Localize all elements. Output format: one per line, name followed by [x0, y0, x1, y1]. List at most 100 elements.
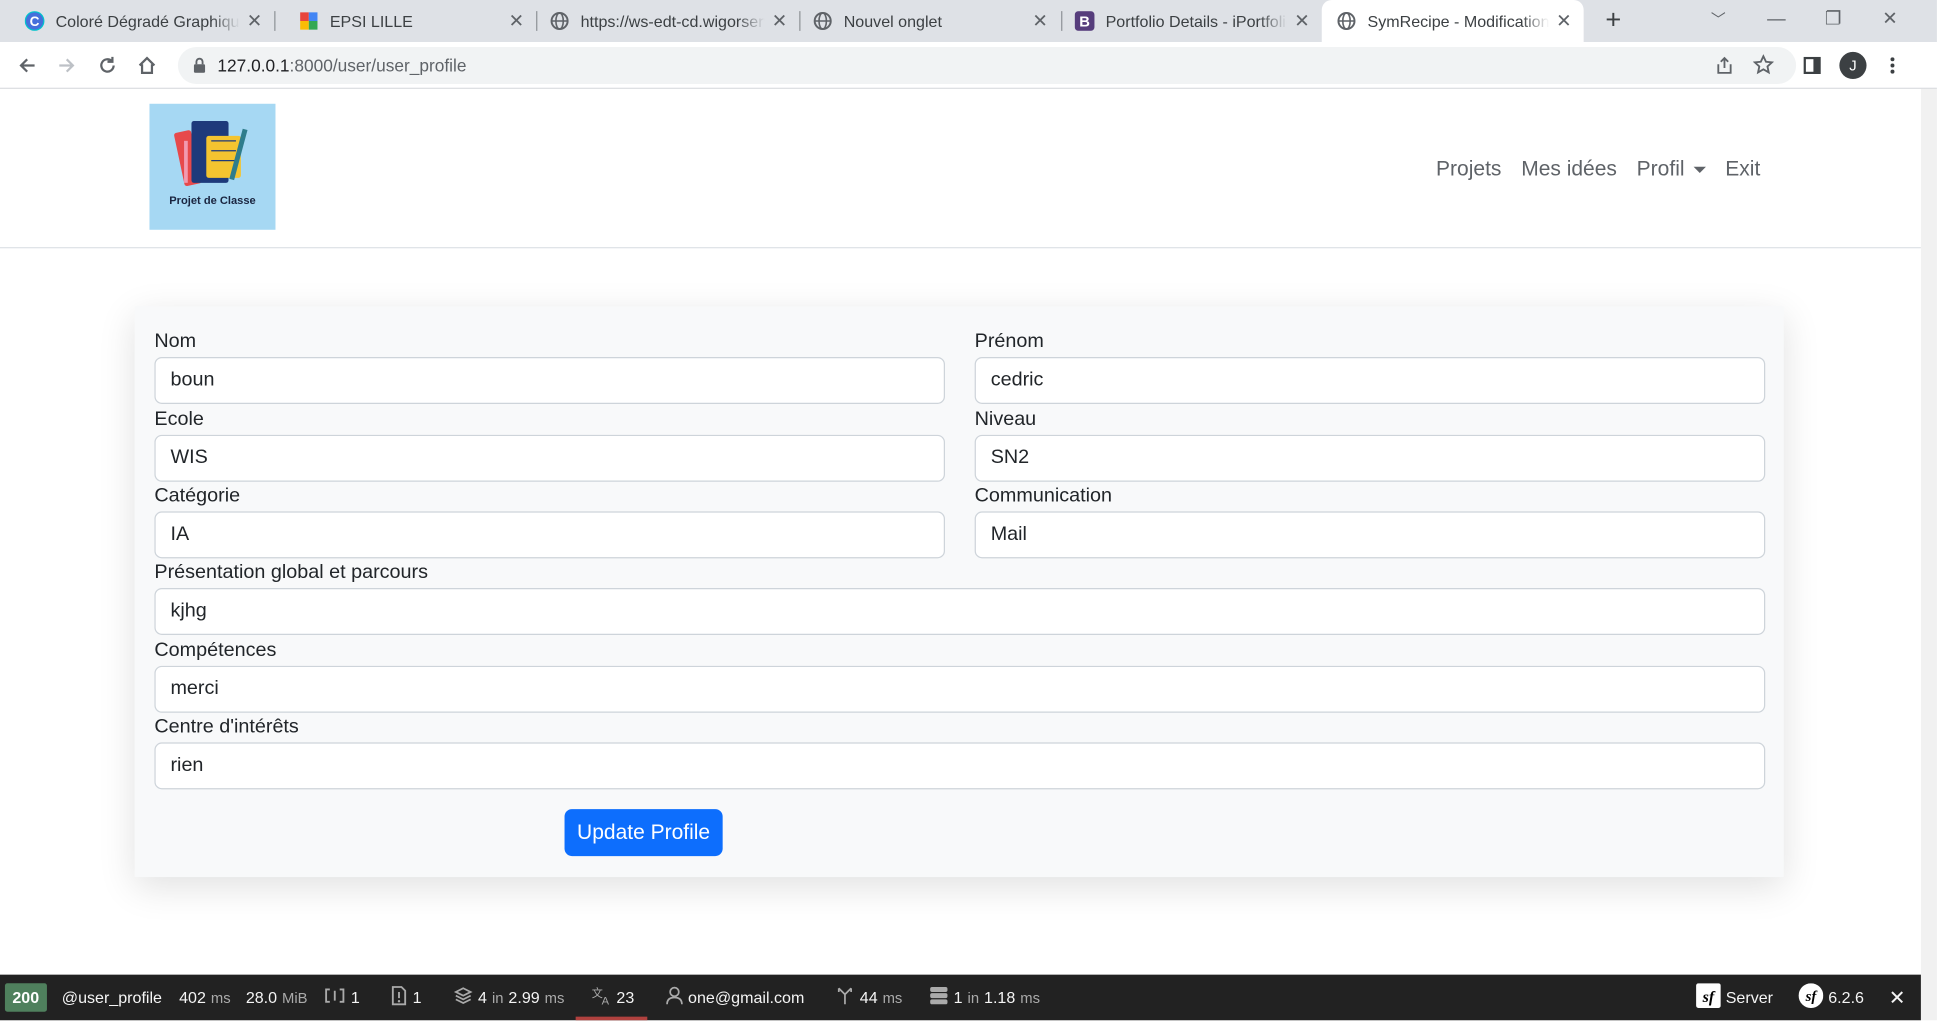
- share-icon[interactable]: [1715, 56, 1735, 82]
- nav-link-ideas[interactable]: Mes idées: [1521, 157, 1617, 182]
- close-icon[interactable]: ✕: [770, 11, 790, 32]
- sf-templates-count: 4: [478, 988, 487, 1007]
- tab-title: EPSI LILLE: [329, 11, 413, 31]
- sf-user-panel[interactable]: one@gmail.com: [666, 975, 805, 1021]
- sf-time-value: 402: [179, 988, 206, 1007]
- input-categorie[interactable]: IA: [154, 511, 946, 559]
- sf-logs-count: 1: [350, 988, 360, 1007]
- url-text: 127.0.0.1:8000/user/user_profile: [217, 56, 466, 76]
- site-logo[interactable]: Projet de Classe: [149, 103, 276, 230]
- epsi-icon: [299, 11, 319, 31]
- nav-dropdown-profile[interactable]: Profil: [1637, 157, 1706, 182]
- sf-server-label: Server: [1725, 988, 1774, 1007]
- input-presentation[interactable]: kjhg: [154, 588, 1766, 635]
- label-nom: Nom: [154, 331, 197, 353]
- tab-title: Portfolio Details - iPortfolio: [1105, 11, 1288, 31]
- sf-memory-panel[interactable]: 28.0 MiB: [246, 975, 308, 1021]
- sf-db-time: 1.18: [984, 988, 1016, 1007]
- nav-link-projects[interactable]: Projets: [1436, 157, 1501, 182]
- input-competences[interactable]: merci: [154, 665, 1766, 713]
- browser-tab-active[interactable]: SymRecipe - Modification du profil ✕: [1321, 0, 1584, 43]
- lock-icon: [193, 57, 207, 79]
- symfony-logo-icon: sf: [1696, 983, 1721, 1011]
- sf-logs-panel[interactable]: 1: [324, 975, 360, 1021]
- binder-illustration: [174, 121, 248, 187]
- sf-templates-panel[interactable]: 4 in 2.99 ms: [453, 975, 564, 1021]
- label-interets: Centre d'intérêts: [154, 716, 299, 738]
- address-bar[interactable]: 127.0.0.1:8000/user/user_profile: [177, 46, 1797, 85]
- browser-tab-2[interactable]: EPSI LILLE ✕: [274, 0, 536, 42]
- browser-tab-5[interactable]: B Portfolio Details - iPortfolio ✕: [1050, 0, 1322, 42]
- database-icon: [929, 986, 949, 1009]
- sf-db-unit: ms: [1020, 988, 1040, 1007]
- input-prenom[interactable]: cedric: [974, 357, 1766, 404]
- sf-status-panel[interactable]: 200: [4, 975, 47, 1021]
- close-icon[interactable]: ✕: [245, 11, 265, 32]
- close-icon[interactable]: ✕: [1554, 11, 1574, 32]
- symfony-logo-icon: sf: [1798, 983, 1824, 1011]
- url-host: 127.0.0.1: [217, 55, 290, 76]
- globe-icon: [550, 11, 570, 31]
- label-niveau: Niveau: [974, 408, 1037, 430]
- input-ecole[interactable]: WIS: [154, 434, 946, 482]
- sf-translations-count: 23: [616, 988, 635, 1007]
- home-icon[interactable]: [133, 52, 160, 79]
- tab-search-icon[interactable]: ﹀: [1702, 5, 1734, 35]
- forward-icon[interactable]: [53, 52, 80, 79]
- svg-text:sf: sf: [1805, 989, 1819, 1005]
- profile-form-card: Nom boun Prénom cedric Ecole WIS Niveau …: [134, 306, 1784, 878]
- logo-text: Projet de Classe: [169, 193, 256, 207]
- tab-title: SymRecipe - Modification du profil: [1367, 11, 1550, 31]
- svg-text:A: A: [602, 995, 610, 1005]
- svg-text:B: B: [1079, 15, 1090, 31]
- input-interets[interactable]: rien: [154, 742, 1766, 790]
- svg-text:C: C: [30, 14, 40, 29]
- input-nom[interactable]: boun: [154, 357, 946, 404]
- sf-db-count: 1: [953, 988, 963, 1007]
- label-competences: Compétences: [154, 639, 277, 661]
- profile-avatar[interactable]: J: [1839, 51, 1867, 80]
- sf-errors-count: 1: [412, 988, 422, 1007]
- new-tab-button[interactable]: +: [1598, 6, 1628, 36]
- input-niveau[interactable]: SN2: [974, 434, 1766, 482]
- sf-user-email: one@gmail.com: [688, 988, 805, 1007]
- sf-database-panel[interactable]: 1 in 1.18 ms: [929, 975, 1040, 1021]
- browser-tab-4[interactable]: Nouvel onglet ✕: [788, 0, 1060, 42]
- status-badge: 200: [4, 983, 47, 1012]
- update-profile-button[interactable]: Update Profile: [564, 809, 723, 857]
- reload-icon[interactable]: [94, 52, 121, 79]
- sf-version-panel[interactable]: sf 6.2.6: [1798, 975, 1864, 1021]
- close-icon[interactable]: ✕: [1292, 11, 1312, 32]
- browser-tab-3[interactable]: https://ws-edt-cd.wigorservices ✕: [525, 0, 799, 42]
- events-icon: [835, 986, 855, 1009]
- nav-link-exit[interactable]: Exit: [1725, 157, 1760, 182]
- close-icon[interactable]: ✕: [1030, 11, 1050, 32]
- minimize-icon[interactable]: —: [1760, 5, 1792, 35]
- tab-title: Coloré Dégradé Graphique: [55, 11, 240, 31]
- browser-tab-1[interactable]: C Coloré Dégradé Graphique ✕: [0, 0, 274, 42]
- label-categorie: Catégorie: [154, 485, 241, 507]
- menu-icon[interactable]: [1879, 52, 1906, 79]
- restore-icon[interactable]: ❐: [1817, 5, 1849, 35]
- sf-errors-panel[interactable]: 1: [390, 975, 422, 1021]
- sf-route[interactable]: @user_profile: [62, 975, 162, 1021]
- page-scrollbar[interactable]: [1920, 88, 1937, 1021]
- label-presentation: Présentation global et parcours: [154, 562, 428, 584]
- window-close-icon[interactable]: ✕: [1874, 5, 1906, 35]
- sf-translations-panel[interactable]: 文A 23: [592, 975, 635, 1021]
- side-panel-icon[interactable]: [1799, 52, 1826, 79]
- sf-close-icon[interactable]: ✕: [1889, 975, 1906, 1021]
- bookmark-star-icon[interactable]: [1752, 54, 1775, 81]
- browser-toolbar: 127.0.0.1:8000/user/user_profile: [0, 42, 1937, 89]
- sf-events-time: 44: [859, 988, 878, 1007]
- sf-events-panel[interactable]: 44 ms: [835, 975, 902, 1021]
- input-communication[interactable]: Mail: [974, 511, 1766, 559]
- bootstrap-icon: B: [1074, 11, 1095, 31]
- sf-time-panel[interactable]: 402 ms: [179, 975, 231, 1021]
- close-icon[interactable]: ✕: [506, 11, 526, 32]
- globe-icon: [813, 11, 833, 31]
- sf-server-panel[interactable]: sf Server: [1696, 975, 1773, 1021]
- nav-profile-label: Profil: [1636, 156, 1685, 181]
- label-ecole: Ecole: [154, 408, 204, 430]
- back-icon[interactable]: [14, 52, 41, 79]
